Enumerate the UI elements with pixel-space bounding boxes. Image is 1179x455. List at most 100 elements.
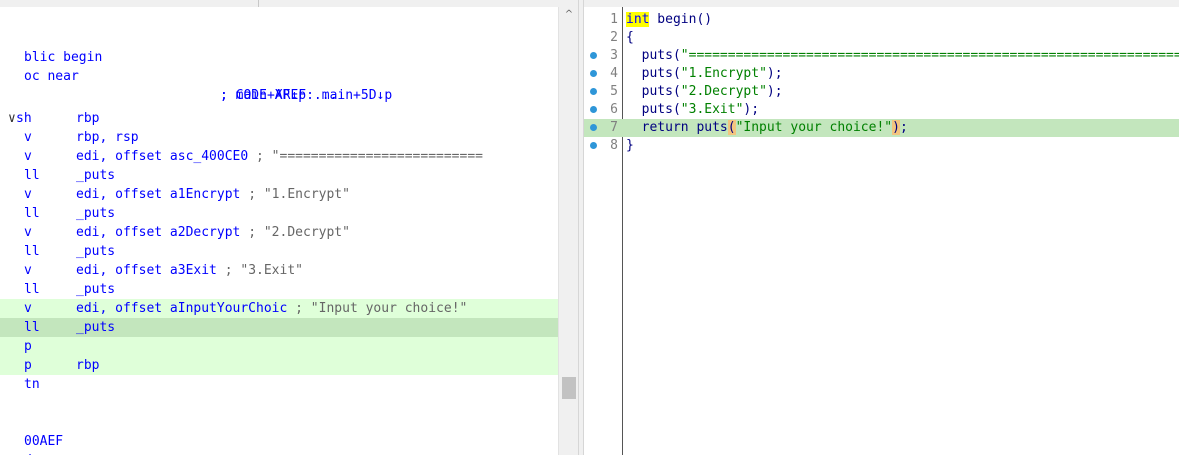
instruction-row[interactable]: ll _puts (0, 280, 558, 299)
instruction-row[interactable]: v edi, offset a3Exit ; "3.Exit" (0, 261, 558, 280)
operand-text: edi, offset asc_400CE0 (76, 149, 249, 164)
instruction-row[interactable]: v edi, offset asc_400CE0 ; "=============… (0, 147, 558, 166)
operand[interactable]: edi, offset aInputYourChoic ; "Input you… (76, 299, 467, 318)
line-number: 3 (610, 48, 618, 63)
operand-text: rbp (76, 111, 100, 126)
instruction-row[interactable]: ll _puts (0, 166, 558, 185)
mnemonic: ll (24, 282, 40, 297)
breakpoint-dot-icon[interactable] (590, 124, 597, 131)
pseudocode-line[interactable]: 5 puts("2.Decrypt"); (584, 83, 1179, 101)
operand[interactable]: _puts (76, 318, 115, 337)
tail-line[interactable]: dp (0, 432, 558, 455)
collapse-caret-icon[interactable]: ∨ (8, 109, 16, 128)
pseudocode-line[interactable]: 6 puts("3.Exit"); (584, 101, 1179, 119)
code-text[interactable]: } (626, 137, 634, 155)
string-literal: "2.Decrypt" (680, 84, 767, 99)
code-text[interactable]: puts("1.Encrypt"); (626, 65, 783, 83)
operand[interactable]: edi, offset a3Exit ; "3.Exit" (76, 261, 303, 280)
code-text[interactable]: puts("3.Exit"); (626, 101, 759, 119)
breakpoint-dot-icon[interactable] (590, 142, 597, 149)
pseudocode-line[interactable]: 4 puts("1.Encrypt"); (584, 65, 1179, 83)
close-paren: ) (892, 120, 900, 135)
code-text[interactable]: { (626, 29, 634, 47)
operand[interactable]: rbp, rsp (76, 128, 139, 147)
code-text[interactable]: puts("==================================… (626, 47, 1179, 65)
mnemonic: ll (24, 244, 40, 259)
mnemonic: v (24, 225, 32, 240)
pseudocode-line[interactable]: 2{ (584, 29, 1179, 47)
open-paren: ( (727, 120, 736, 135)
instruction-row[interactable]: ll _puts (0, 318, 558, 337)
string-literal: "1.Encrypt" (680, 66, 767, 81)
disassembly-pane[interactable]: blic begin oc near ; CODE XREF: main+5D↓… (0, 7, 558, 455)
operand[interactable]: edi, offset a1Encrypt ; "1.Encrypt" (76, 185, 350, 204)
proc-label-line[interactable]: oc near ; CODE XREF: main+5D↓p (0, 48, 558, 103)
pseudocode-line[interactable]: 1 int begin() (584, 11, 1179, 29)
public-label-line[interactable]: blic begin (0, 29, 558, 65)
mnemonic: v (24, 187, 32, 202)
instruction-row[interactable]: v edi, offset a1Encrypt ; "1.Encrypt" (0, 185, 558, 204)
brace: { (626, 30, 634, 45)
instruction-row[interactable]: v edi, offset a2Decrypt ; "2.Decrypt" (0, 223, 558, 242)
tail-directive: dp (24, 451, 40, 455)
top-strip (0, 0, 1179, 7)
string-literal: "3.Exit" (680, 102, 744, 117)
call-prefix: puts( (626, 48, 681, 63)
inline-comment: ; "3.Exit" (216, 263, 303, 278)
pseudocode-line[interactable]: 8} (584, 137, 1179, 155)
scrollbar-thumb[interactable] (562, 377, 576, 399)
pseudocode-line[interactable]: 3 puts("================================… (584, 47, 1179, 65)
instruction-row[interactable]: ll _puts (0, 204, 558, 223)
operand[interactable]: _puts (76, 280, 115, 299)
operand[interactable]: rbp (76, 109, 99, 128)
scroll-up-icon[interactable]: ^ (564, 10, 574, 20)
operand[interactable]: edi, offset asc_400CE0 ; "==============… (76, 147, 483, 166)
call-prefix: puts( (626, 102, 681, 117)
call-prefix: return puts (626, 120, 728, 135)
code-xref-comment-cont[interactable]: ; main+AF↓p ... (220, 86, 337, 105)
call-suffix: ; (899, 120, 908, 135)
code-text[interactable]: return puts("Input your choice!"); (626, 119, 908, 137)
code-text[interactable]: int begin() (626, 11, 712, 29)
call-prefix: puts( (626, 84, 681, 99)
operand-text: _puts (76, 206, 116, 221)
operand[interactable]: rbp (76, 356, 99, 375)
call-suffix: ); (766, 84, 783, 99)
inline-comment: ; "========================== (248, 149, 483, 164)
operand-text: _puts (76, 168, 116, 183)
operand[interactable]: _puts (76, 242, 115, 261)
breakpoint-dot-icon[interactable] (590, 52, 597, 59)
mnemonic: p (24, 358, 32, 373)
mnemonic: ll (24, 206, 40, 221)
line-number: 5 (610, 84, 618, 99)
operand-text: _puts (76, 244, 116, 259)
vertical-scrollbar[interactable]: ^ (558, 7, 578, 455)
instruction-row[interactable]: ∨ sh rbp (0, 109, 558, 128)
operand[interactable]: edi, offset a2Decrypt ; "2.Decrypt" (76, 223, 350, 242)
mnemonic: ll (24, 168, 40, 183)
call-suffix: ); (743, 102, 760, 117)
breakpoint-dot-icon[interactable] (590, 70, 597, 77)
string-literal: "=======================================… (680, 48, 1179, 63)
line-number: 4 (610, 66, 618, 81)
tail-line[interactable]: 00AEF (0, 413, 558, 449)
string-literal: "Input your choice!" (735, 120, 893, 135)
line-number: 8 (610, 138, 618, 153)
code-text[interactable]: puts("2.Decrypt"); (626, 83, 783, 101)
xref-continuation-line[interactable]: ; main+AF↓p ... (0, 67, 558, 103)
instruction-row[interactable]: ll _puts (0, 242, 558, 261)
operand[interactable]: _puts (76, 166, 115, 185)
mnemonic: ll (24, 320, 40, 335)
pseudocode-pane[interactable]: 1 int begin() 2{3 puts("==================… (584, 7, 1179, 455)
mnemonic: p (24, 339, 32, 354)
instruction-row[interactable]: tn (0, 375, 558, 394)
instruction-row[interactable]: p rbp (0, 356, 558, 375)
operand[interactable]: _puts (76, 204, 115, 223)
instruction-row[interactable]: v rbp, rsp (0, 128, 558, 147)
operand-text: rbp (76, 358, 100, 373)
instruction-row[interactable]: v edi, offset aInputYourChoic ; "Input yo… (0, 299, 558, 318)
instruction-row[interactable]: p (0, 337, 558, 356)
breakpoint-dot-icon[interactable] (590, 106, 597, 113)
pseudocode-line[interactable]: 7 return puts("Input your choice!"); (584, 119, 1179, 137)
breakpoint-dot-icon[interactable] (590, 88, 597, 95)
